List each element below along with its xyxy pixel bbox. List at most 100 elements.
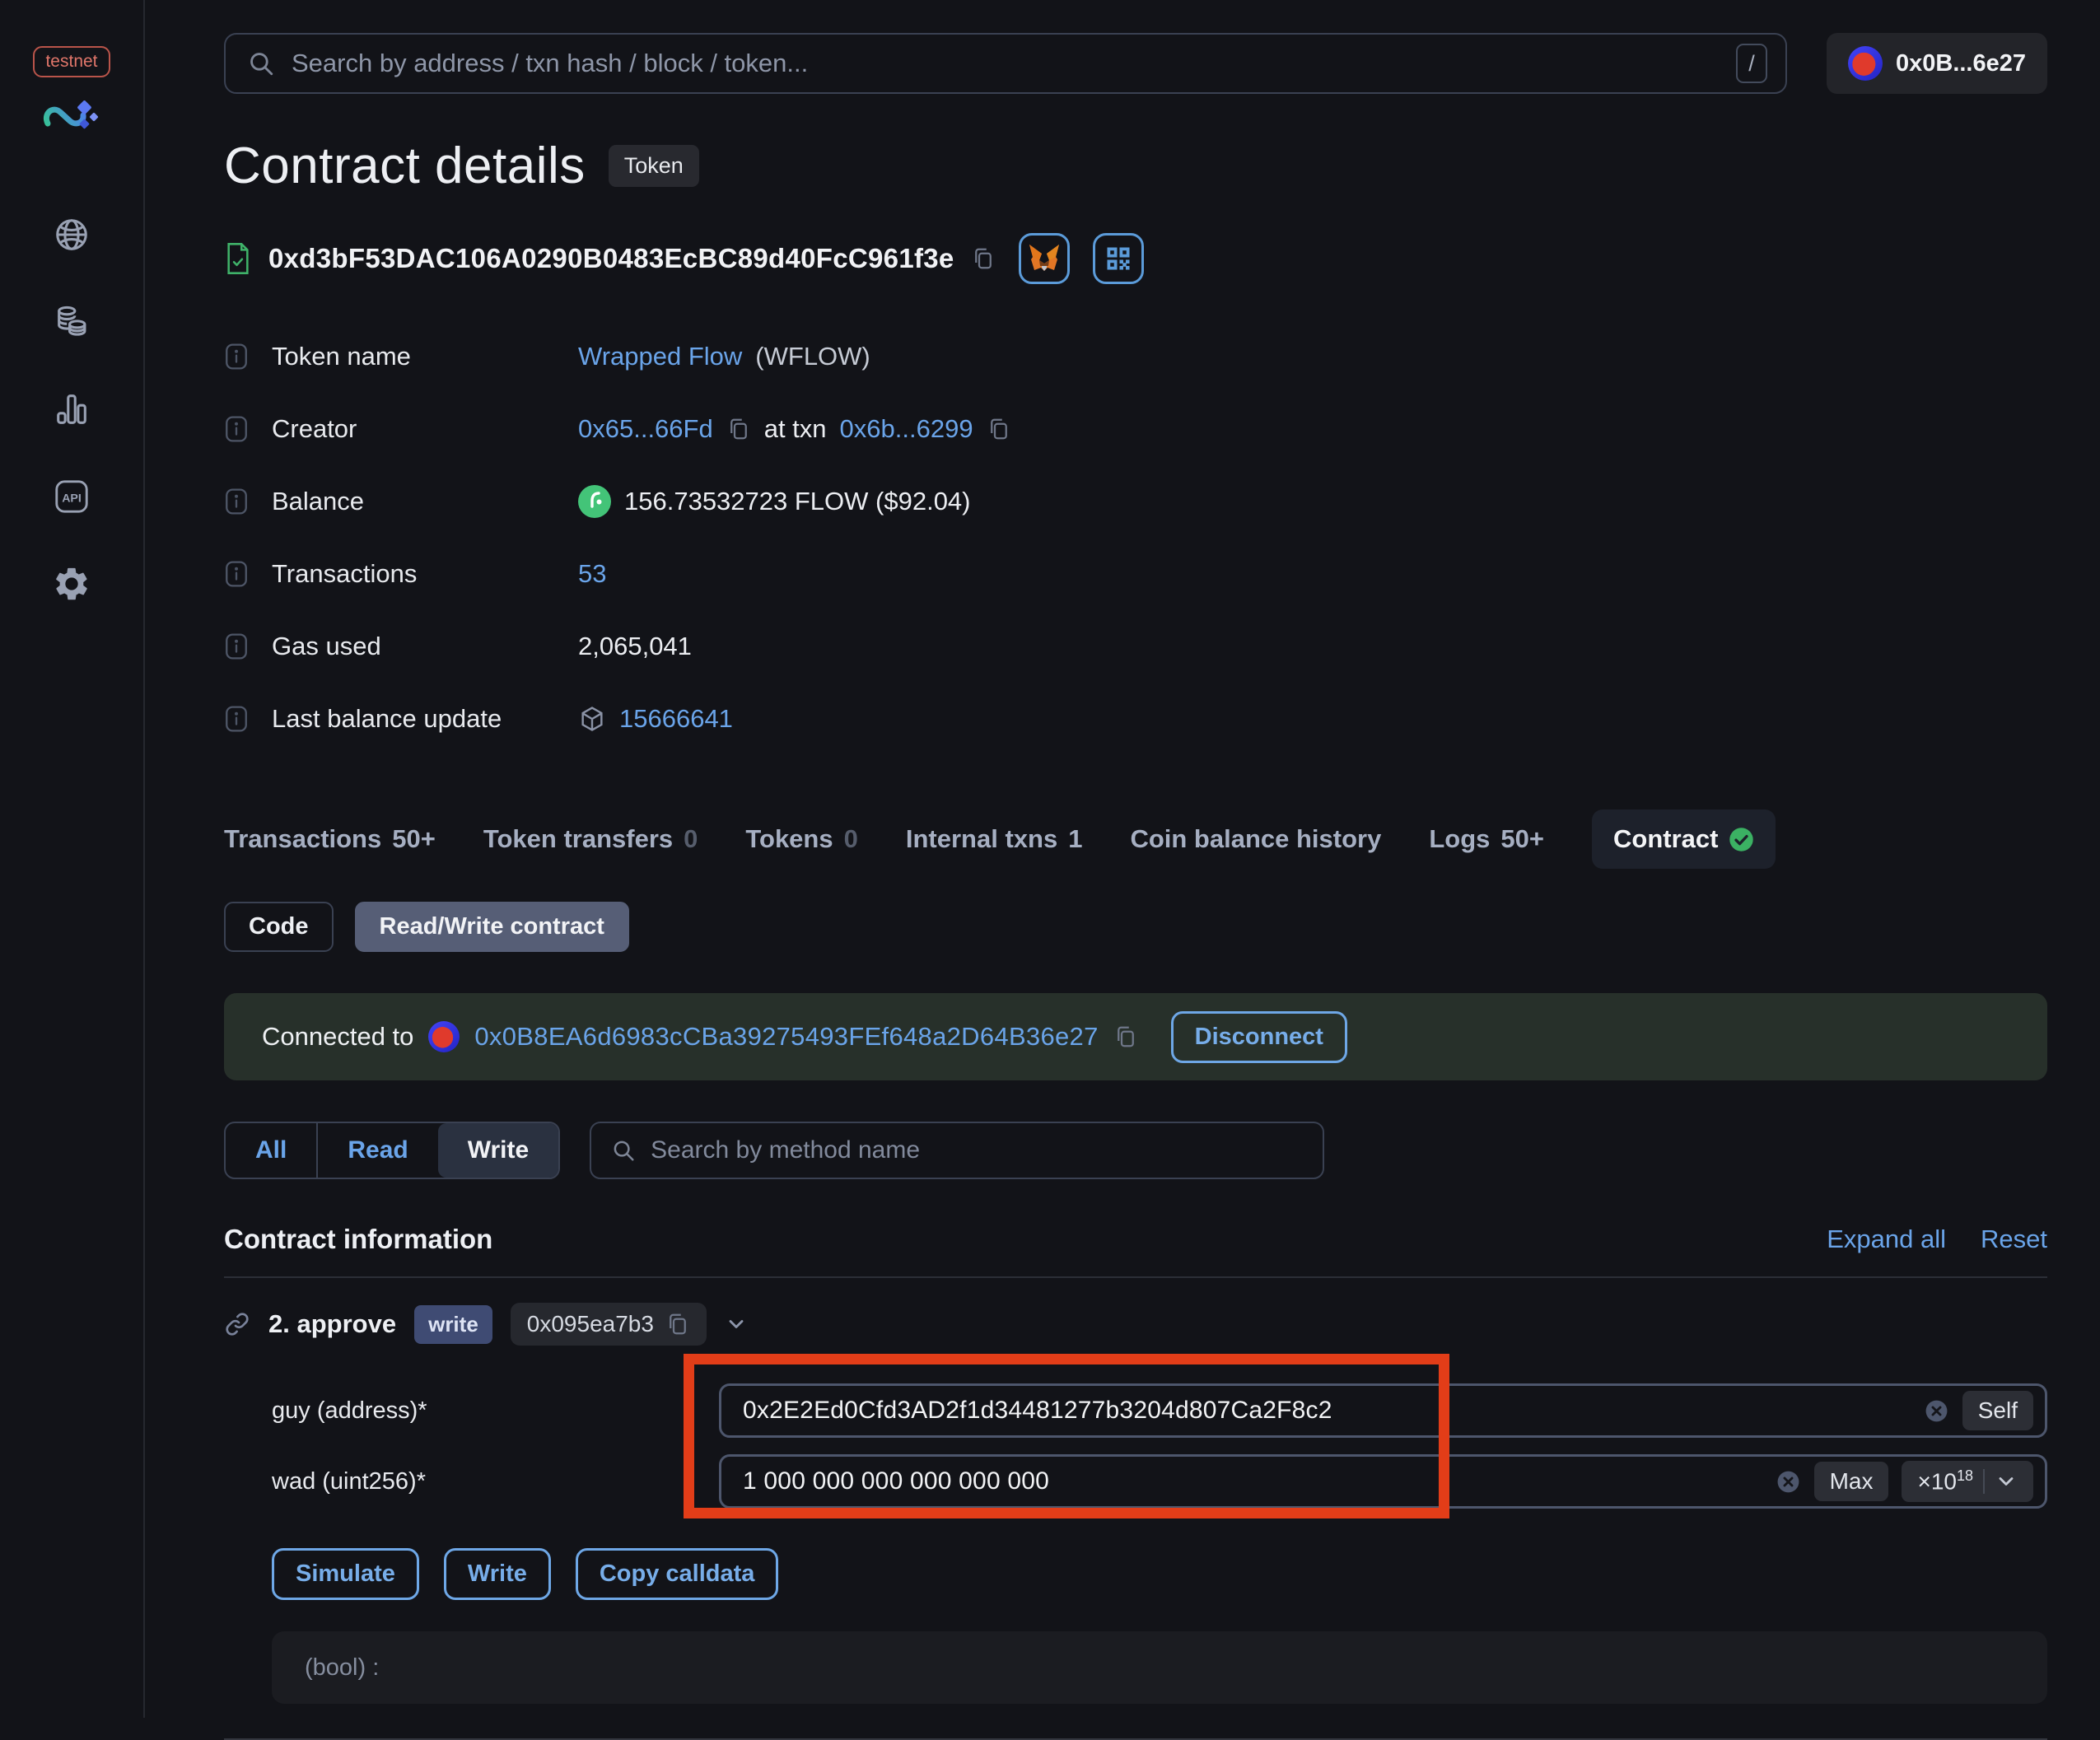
info-row-gas-used: Gas used 2,065,041 [224, 610, 2047, 683]
method-selector-pill: 0x095ea7b3 [510, 1303, 707, 1346]
tab-contract[interactable]: Contract [1592, 809, 1776, 869]
copy-selector-icon[interactable] [665, 1312, 690, 1336]
clear-input-icon[interactable] [1776, 1469, 1801, 1495]
copy-calldata-button[interactable]: Copy calldata [575, 1548, 779, 1600]
transactions-count-link[interactable]: 53 [578, 559, 606, 589]
copy-address-icon[interactable] [971, 246, 996, 271]
filter-write[interactable]: Write [437, 1123, 559, 1178]
sidebar: testnet API [0, 0, 145, 1718]
info-row-balance: Balance 156.73532723 FLOW ($92.04) [224, 465, 2047, 538]
wallet-button[interactable]: 0x0B...6e27 [1826, 33, 2047, 94]
reset-link[interactable]: Reset [1981, 1225, 2047, 1254]
method-selector: 0x095ea7b3 [526, 1311, 654, 1336]
search-icon [247, 49, 275, 77]
wad-uint256-input[interactable]: 1 000 000 000 000 000 000 Max ×1018 [719, 1454, 2047, 1509]
anchor-link-icon[interactable] [224, 1311, 250, 1337]
token-symbol: (WFLOW) [755, 342, 870, 371]
block-cube-icon [578, 705, 606, 733]
connected-address-link[interactable]: 0x0B8EA6d6983cCBa39275493FEf648a2D64B36e… [474, 1022, 1098, 1052]
guy-address-value[interactable]: 0x2E2Ed0Cfd3AD2f1d34481277b3204d807Ca2F8… [743, 1397, 1911, 1425]
contract-address: 0xd3bF53DAC106A0290B0483EcBC89d40FcC961f… [268, 243, 954, 273]
contract-information-title: Contract information [224, 1224, 493, 1254]
info-row-last-balance-update: Last balance update 15666641 [224, 683, 2047, 755]
filter-read[interactable]: Read [316, 1123, 437, 1178]
api-icon[interactable]: API [53, 478, 91, 515]
method-filter-segmented-control: All Read Write [224, 1122, 561, 1179]
creation-txn-link[interactable]: 0x6b...6299 [840, 414, 973, 444]
wallet-address-short: 0x0B...6e27 [1895, 49, 2026, 77]
method-approve-header[interactable]: 2. approve write 0x095ea7b3 [224, 1303, 2047, 1346]
guy-field-label: guy (address)* [272, 1397, 427, 1424]
page-title: Contract details [224, 138, 586, 194]
tab-transactions[interactable]: Transactions 50+ [224, 824, 436, 854]
detail-tabs: Transactions 50+ Token transfers 0 Tokens 0… [224, 809, 2047, 869]
connected-to-label: Connected to [262, 1022, 414, 1051]
tab-token-transfers[interactable]: Token transfers 0 [483, 824, 698, 854]
code-tab-button[interactable]: Code [224, 902, 334, 952]
tab-tokens[interactable]: Tokens 0 [745, 824, 857, 854]
at-txn-label: at txn [763, 414, 827, 443]
connected-wallet-avatar [428, 1021, 460, 1052]
info-row-creator: Creator 0x65...66Fd at txn 0x6b...6299 [224, 393, 2047, 465]
method-search-input[interactable]: Search by method name [590, 1122, 1325, 1179]
method-name: approve [296, 1309, 397, 1338]
read-write-contract-tab-button[interactable]: Read/Write contract [354, 902, 629, 952]
balance-value: 156.73532723 FLOW ($92.04) [624, 487, 971, 515]
settings-icon[interactable] [53, 565, 91, 603]
disconnect-button[interactable]: Disconnect [1170, 1010, 1347, 1063]
verified-contract-icon [224, 242, 252, 275]
field-row-wad: wad (uint256)* 1 000 000 000 000 000 000… [272, 1454, 2047, 1509]
global-search-input[interactable]: Search by address / txn hash / block / t… [224, 33, 1787, 94]
guy-address-input[interactable]: 0x2E2Ed0Cfd3AD2f1d34481277b3204d807Ca2F8… [719, 1383, 2047, 1438]
tab-logs[interactable]: Logs 50+ [1429, 824, 1544, 854]
wad-value[interactable]: 1 000 000 000 000 000 000 [743, 1467, 1762, 1495]
method-approve-form: guy (address)* 0x2E2Ed0Cfd3AD2f1d3448127… [272, 1354, 2047, 1518]
token-type-badge: Token [608, 145, 699, 187]
network-badge: testnet [33, 46, 110, 77]
copy-connected-address-icon[interactable] [1113, 1024, 1138, 1049]
stats-icon[interactable] [53, 390, 91, 428]
global-search-placeholder: Search by address / txn hash / block / t… [292, 49, 809, 77]
app-logo[interactable] [43, 96, 100, 137]
wallet-avatar [1847, 46, 1883, 81]
multiplier-dropdown[interactable]: ×1018 [1902, 1461, 2033, 1502]
method-output-panel: (bool) : [272, 1631, 2047, 1704]
qr-code-button[interactable] [1092, 233, 1144, 284]
last-balance-block-link[interactable]: 15666641 [619, 704, 733, 734]
tokens-icon[interactable] [53, 303, 91, 341]
flow-token-icon [578, 485, 611, 518]
info-row-token-name: Token name Wrapped Flow (WFLOW) [224, 320, 2047, 393]
info-hint-icon [224, 560, 272, 588]
tab-coin-balance-history[interactable]: Coin balance history [1130, 824, 1381, 854]
sidebar-nav: API [53, 216, 91, 603]
clear-input-icon[interactable] [1924, 1398, 1949, 1424]
max-button[interactable]: Max [1813, 1462, 1889, 1501]
search-icon [611, 1138, 636, 1163]
chevron-down-icon[interactable] [725, 1313, 748, 1336]
creator-address-link[interactable]: 0x65...66Fd [578, 414, 713, 444]
write-button[interactable]: Write [443, 1548, 551, 1600]
connected-banner: Connected to 0x0B8EA6d6983cCBa39275493FE… [224, 993, 2047, 1080]
expand-all-link[interactable]: Expand all [1827, 1225, 1946, 1254]
contract-info-table: Token name Wrapped Flow (WFLOW) Creator … [224, 320, 2047, 755]
copy-creator-icon[interactable] [726, 417, 751, 441]
info-hint-icon [224, 343, 272, 371]
search-shortcut-key: / [1735, 44, 1767, 83]
simulate-button[interactable]: Simulate [272, 1548, 419, 1600]
svg-text:API: API [62, 492, 82, 506]
info-hint-icon [224, 415, 272, 443]
filter-all[interactable]: All [226, 1123, 316, 1178]
token-name-link[interactable]: Wrapped Flow [578, 342, 742, 371]
section-divider [224, 1276, 2047, 1278]
globe-icon[interactable] [53, 216, 91, 254]
bool-output-label: (bool) : [305, 1654, 380, 1681]
metamask-button[interactable] [1018, 233, 1070, 284]
copy-txn-icon[interactable] [987, 417, 1011, 441]
info-hint-icon [224, 632, 272, 660]
method-search-placeholder: Search by method name [651, 1136, 921, 1164]
tab-internal-txns[interactable]: Internal txns 1 [906, 824, 1083, 854]
info-hint-icon [224, 705, 272, 733]
field-row-guy: guy (address)* 0x2E2Ed0Cfd3AD2f1d3448127… [272, 1383, 2047, 1438]
self-button[interactable]: Self [1962, 1391, 2033, 1430]
method-index: 2. [268, 1309, 290, 1338]
